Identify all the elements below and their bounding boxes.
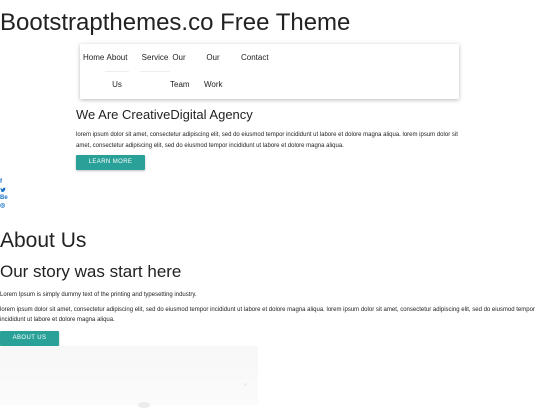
nav-home[interactable]: Home xyxy=(83,44,104,71)
nav-service-label: Service xyxy=(141,53,169,62)
nav-service-divider xyxy=(140,71,170,72)
hero-text: lorem ipsum dolor sit amet, consectetur … xyxy=(76,132,458,149)
nav-about-us[interactable]: About Us xyxy=(105,44,129,98)
image-dot xyxy=(244,383,247,386)
behance-icon[interactable]: Be xyxy=(0,194,14,202)
nav-our-label: Our xyxy=(172,53,186,62)
hero-heading: We Are CreativeDigital Agency xyxy=(76,107,253,122)
dribbble-icon[interactable]: ◎ xyxy=(0,202,14,210)
nav-team-label: Team xyxy=(170,80,190,89)
social-links: f Be ◎ xyxy=(0,178,14,210)
nav-our-label-2: Our xyxy=(206,53,220,62)
about-us-button[interactable]: ABOUT US xyxy=(0,331,59,346)
site-title: Bootstrapthemes.co Free Theme xyxy=(0,9,351,36)
nav-contact[interactable]: Contact xyxy=(241,44,269,71)
twitter-bird-glyph xyxy=(0,187,6,193)
twitter-icon[interactable] xyxy=(0,186,14,194)
image-shape xyxy=(138,402,150,408)
facebook-icon[interactable]: f xyxy=(0,178,14,186)
nav-about-label: About xyxy=(106,53,128,62)
nav-service[interactable]: Service xyxy=(140,44,170,72)
about-lead-text: Lorem Ipsum is simply dummy text of the … xyxy=(0,292,197,298)
nav-about-divider xyxy=(105,71,129,72)
nav-work-label: Work xyxy=(204,80,223,89)
nav-our-work[interactable]: Our Work xyxy=(204,44,223,98)
nav-our-team[interactable]: Our Team xyxy=(170,44,190,98)
learn-more-button[interactable]: LEARN MORE xyxy=(76,155,145,170)
nav-us-label: Us xyxy=(112,80,122,89)
about-title: About Us xyxy=(0,229,87,252)
about-subtitle: Our story was start here xyxy=(0,262,182,281)
about-body-text: lorem ipsum dolor sit amet, consectetur … xyxy=(0,307,535,323)
main-navbar: Home About Us Service Our Team Our Work … xyxy=(80,44,459,99)
about-image xyxy=(0,346,258,408)
